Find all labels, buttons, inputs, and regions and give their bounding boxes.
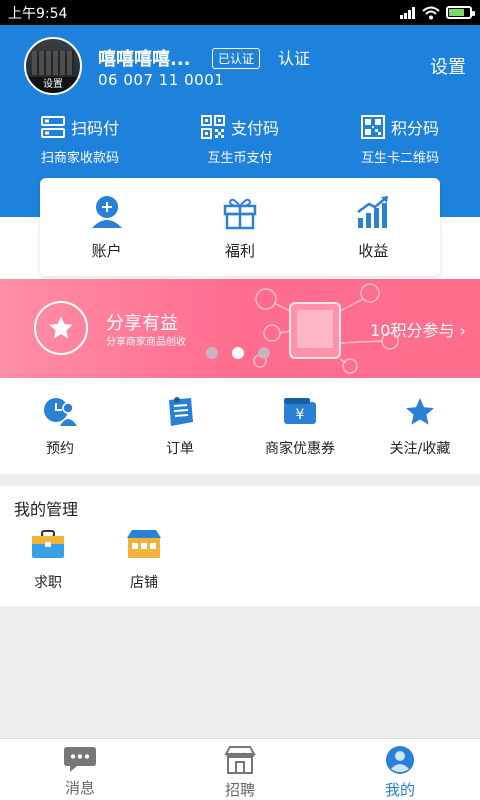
- quick-points-code[interactable]: 积分码 互生卡二维码: [320, 115, 480, 166]
- tab-label: 我的: [384, 781, 415, 799]
- settings-button[interactable]: 设置: [430, 53, 466, 79]
- tab-label: 消息: [64, 779, 95, 797]
- banner-star-badge: [34, 301, 88, 355]
- carousel-dot[interactable]: [258, 347, 270, 359]
- pay-code-icon: [200, 115, 225, 139]
- nickname: 嘻嘻嘻嘻...: [98, 49, 191, 70]
- briefcase-icon: [32, 530, 64, 558]
- grid-label: 商家优惠券: [265, 441, 335, 457]
- carousel-dot-active[interactable]: [232, 347, 244, 359]
- function-grid: 预约 订单 ¥ 商家优惠券 关注/收藏: [0, 378, 480, 474]
- card-label: 账户: [91, 242, 122, 260]
- verified-badge: 已认证: [212, 48, 261, 69]
- signal-icon: [400, 6, 415, 19]
- quick-sub: 扫商家收款码: [40, 151, 119, 166]
- card-label: 福利: [224, 242, 255, 260]
- asset-card: 账户 福利 收益: [40, 178, 440, 276]
- battery-icon: [446, 6, 475, 19]
- promo-banner[interactable]: 分享有益 分享商家商品创收 10积分参与 ›: [0, 279, 480, 378]
- points-qr-icon: [360, 115, 385, 139]
- wifi-icon: [422, 6, 440, 19]
- tab-me[interactable]: 我的: [320, 739, 480, 800]
- card-label: 收益: [358, 242, 389, 260]
- quick-sub: 互生卡二维码: [360, 151, 439, 166]
- grid-label: 预约: [46, 441, 74, 457]
- quick-scan-pay[interactable]: 扫码付 扫商家收款码: [0, 115, 160, 166]
- coupon-icon: ¥: [284, 398, 316, 424]
- management-job[interactable]: 求职: [18, 528, 78, 592]
- verify-link[interactable]: 认证: [278, 45, 310, 69]
- avatar-caption: 设置: [26, 77, 80, 93]
- growth-chart-icon: [357, 196, 389, 228]
- grid-order[interactable]: 订单: [120, 378, 240, 474]
- me-icon: [386, 746, 414, 774]
- carousel-dot[interactable]: [206, 347, 218, 359]
- card-account[interactable]: 账户: [40, 178, 173, 276]
- quick-sub: 互生币支付: [207, 151, 273, 166]
- management-shop[interactable]: 店铺: [114, 528, 174, 592]
- banner-cta-label: 10积分参与: [370, 321, 455, 340]
- chevron-right-icon: ›: [459, 321, 466, 340]
- banner-title: 分享有益: [106, 313, 178, 334]
- quick-label: 扫码付: [70, 119, 119, 138]
- management-label: 店铺: [130, 575, 158, 591]
- grid-favorites[interactable]: 关注/收藏: [360, 378, 480, 474]
- management-label: 求职: [34, 575, 62, 591]
- gift-icon: [223, 198, 257, 230]
- message-icon: [64, 747, 96, 772]
- bottom-tab-bar: 消息 招聘 我的: [0, 738, 480, 800]
- quick-pay-code[interactable]: 支付码 互生币支付: [160, 115, 320, 166]
- banner-cta[interactable]: 10积分参与 ›: [370, 317, 466, 341]
- grid-label: 关注/收藏: [389, 441, 451, 457]
- status-bar: 上午9:54: [0, 0, 480, 25]
- quick-label: 支付码: [230, 119, 279, 138]
- scan-pay-icon: [40, 116, 65, 138]
- avatar[interactable]: 设置: [24, 37, 82, 95]
- management-title: 我的管理: [14, 500, 79, 519]
- recruit-icon: [224, 746, 256, 774]
- grid-coupon[interactable]: ¥ 商家优惠券: [240, 378, 360, 474]
- card-welfare[interactable]: 福利: [173, 178, 306, 276]
- carousel-dots: [206, 347, 270, 359]
- status-icons: [400, 6, 475, 20]
- account-number: 06 007 11 0001: [98, 71, 225, 89]
- management-section: 我的管理 求职 店铺: [0, 486, 480, 606]
- tab-recruit[interactable]: 招聘: [160, 739, 320, 800]
- order-icon: [169, 397, 193, 426]
- card-earnings[interactable]: 收益: [307, 178, 440, 276]
- star-icon: [49, 316, 73, 339]
- shop-icon: [127, 530, 161, 558]
- account-icon: [91, 196, 122, 228]
- tab-label: 招聘: [224, 781, 255, 799]
- banner-subtitle: 分享商家商品创收: [106, 337, 186, 348]
- grid-appointment[interactable]: 预约: [0, 378, 120, 474]
- quick-label: 积分码: [390, 119, 439, 138]
- star-icon: [406, 398, 434, 425]
- svg-text:¥: ¥: [296, 407, 305, 423]
- tab-messages[interactable]: 消息: [0, 739, 160, 800]
- grid-label: 订单: [166, 441, 194, 457]
- status-time: 上午9:54: [8, 5, 68, 22]
- appointment-icon: [44, 398, 77, 426]
